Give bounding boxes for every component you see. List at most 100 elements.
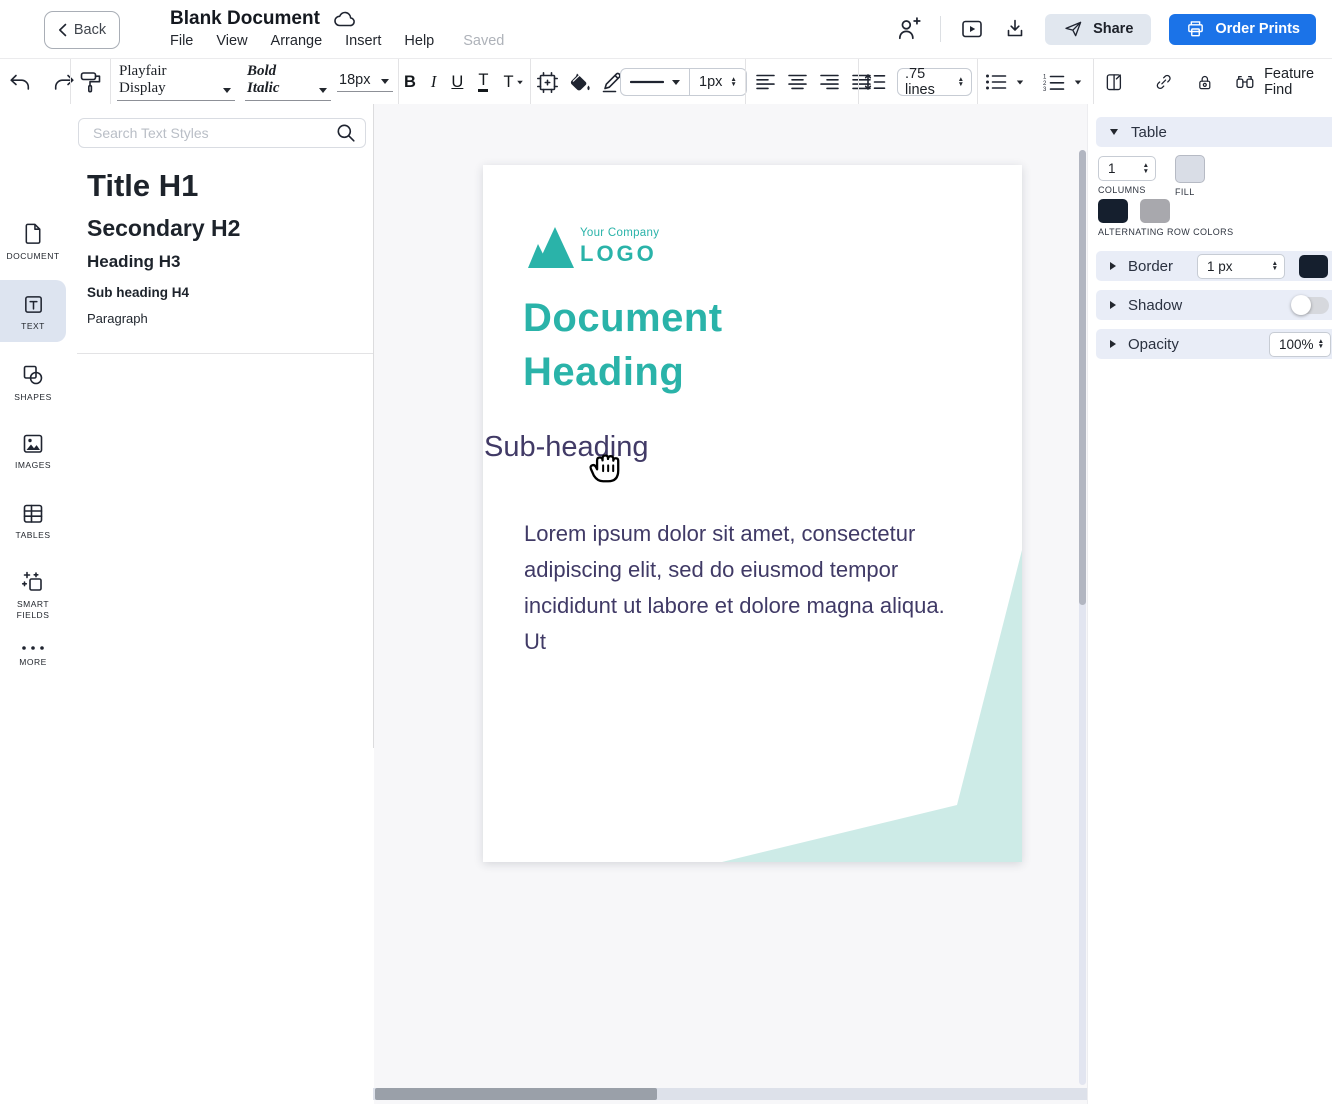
bold-button[interactable]: B [404,73,416,92]
body-paragraph-text[interactable]: Lorem ipsum dolor sit amet, consectetur … [524,516,969,660]
style-paragraph[interactable]: Paragraph [87,311,148,326]
row-color-swatch-gray[interactable] [1140,199,1170,223]
border-width-stepper[interactable]: 1 px ▲▼ [1197,254,1285,279]
svg-text:1: 1 [1043,74,1047,80]
row-color-swatch-dark[interactable] [1098,199,1128,223]
horizontal-scrollbar-thumb[interactable] [375,1088,657,1100]
search-input[interactable] [91,124,328,142]
chevron-down-icon [223,88,231,93]
fill-color-icon[interactable] [567,71,592,94]
present-icon[interactable] [959,17,985,41]
underline-button[interactable]: U [451,73,463,92]
undo-icon[interactable] [8,72,31,93]
more-dots-icon [20,644,46,652]
search-box [78,118,366,148]
redo-icon[interactable] [53,72,76,93]
font-size-value: 18px [339,72,373,88]
style-heading-h3[interactable]: Heading H3 [87,252,181,272]
align-left-icon[interactable] [756,74,775,90]
font-style-select[interactable]: Bold Italic [245,63,331,101]
menu-arrange[interactable]: Arrange [271,33,323,49]
style-secondary-h2[interactable]: Secondary H2 [87,215,240,242]
menu-insert[interactable]: Insert [345,33,381,49]
binoculars-icon [1235,71,1255,93]
columns-stepper[interactable]: 1 ▲▼ [1098,156,1156,181]
line-spacing-icon[interactable] [864,72,886,92]
vertical-scrollbar-thumb[interactable] [1079,150,1086,605]
mint-corner-shape[interactable] [483,165,1022,862]
font-family-value: Playfair Display [119,63,215,97]
caret-right-icon [1110,340,1116,348]
master-page-icon[interactable] [1104,70,1123,94]
text-color-button[interactable]: T [478,72,488,93]
align-right-icon[interactable] [820,74,839,90]
back-button[interactable]: Back [44,11,120,49]
share-label: Share [1093,21,1133,37]
fill-label: FILL [1175,187,1205,197]
numbered-list-icon[interactable]: 1 2 3 [1042,73,1065,92]
logo-lockup[interactable]: Your Company LOGO [580,227,659,267]
shadow-toggle[interactable] [1291,297,1329,314]
stepper-arrows-icon[interactable]: ▲▼ [730,77,736,87]
line-spacing-stepper[interactable]: .75 lines ▲▼ [897,68,972,96]
logo-mountain-icon[interactable] [528,227,574,268]
table-section-header[interactable]: Table [1096,117,1332,147]
download-icon[interactable] [1003,17,1027,41]
shadow-section-row[interactable]: Shadow [1096,290,1332,320]
style-sub-heading-h4[interactable]: Sub heading H4 [87,285,189,300]
document-title[interactable]: Blank Document [170,8,320,30]
caret-down-icon [1110,129,1118,135]
link-icon[interactable] [1154,70,1173,94]
alternating-rows-label: ALTERNATING ROW COLORS [1098,227,1233,237]
sidebar-item-document[interactable]: DOCUMENT [0,221,66,262]
feature-find-label: Feature Find [1264,66,1332,98]
sidebar-item-more[interactable]: MORE [0,644,66,668]
style-title-h1[interactable]: Title H1 [87,168,198,204]
menu-help[interactable]: Help [404,33,434,49]
text-options-button[interactable]: T [503,73,523,92]
chevron-down-icon[interactable] [1075,80,1081,84]
document-heading-text[interactable]: Document Heading [523,291,853,399]
line-style-select[interactable] [621,69,689,95]
border-section-row[interactable]: Border 1 px ▲▼ [1096,251,1332,281]
opacity-stepper[interactable]: 100% ▲▼ [1269,332,1331,357]
add-collaborator-icon[interactable] [895,16,922,42]
chevron-down-icon[interactable] [1017,80,1023,84]
border-color-swatch[interactable] [1299,255,1328,278]
lock-icon[interactable] [1196,71,1214,94]
alternating-row-colors [1098,199,1170,223]
feature-find-button[interactable]: Feature Find [1235,66,1332,98]
opacity-section-row[interactable]: Opacity 100% ▲▼ [1096,329,1332,359]
sidebar-item-text[interactable]: TEXT [0,293,66,332]
font-family-select[interactable]: Playfair Display [117,63,235,101]
position-icon[interactable] [536,71,559,94]
fill-swatch[interactable] [1175,155,1205,183]
sidebar-item-smart-fields[interactable]: SMART FIELDS [0,570,66,621]
menu-bar: File View Arrange Insert Help Saved [170,33,504,49]
document-icon [22,221,45,246]
images-icon [21,433,45,455]
menu-view[interactable]: View [216,33,247,49]
shadow-label: Shadow [1128,297,1182,314]
format-painter-icon[interactable] [78,69,104,95]
font-size-select[interactable]: 18px [337,72,393,92]
align-center-icon[interactable] [788,74,807,90]
stepper-arrows-icon[interactable]: ▲▼ [958,77,964,87]
sidebar-item-tables[interactable]: TABLES [0,503,66,541]
opacity-value: 100% [1279,337,1314,352]
svg-text:3: 3 [1043,87,1047,92]
search-icon[interactable] [336,123,356,143]
menu-file[interactable]: File [170,33,193,49]
table-section-title: Table [1131,124,1167,141]
stroke-width-stepper[interactable]: 1px ▲▼ [690,69,746,95]
caret-right-icon [1110,301,1116,309]
sidebar-item-shapes[interactable]: SHAPES [0,363,66,403]
canvas-area[interactable]: Your Company LOGO Document Heading Sub-h… [374,104,1087,1104]
top-bar: Back Blank Document File View Arrange In… [0,0,1332,58]
bullet-list-icon[interactable] [985,73,1007,91]
document-page[interactable]: Your Company LOGO Document Heading Sub-h… [483,165,1022,862]
sidebar-item-images[interactable]: IMAGES [0,433,66,471]
italic-button[interactable]: I [431,72,437,92]
order-prints-button[interactable]: Order Prints [1169,14,1316,45]
share-button[interactable]: Share [1045,14,1151,45]
